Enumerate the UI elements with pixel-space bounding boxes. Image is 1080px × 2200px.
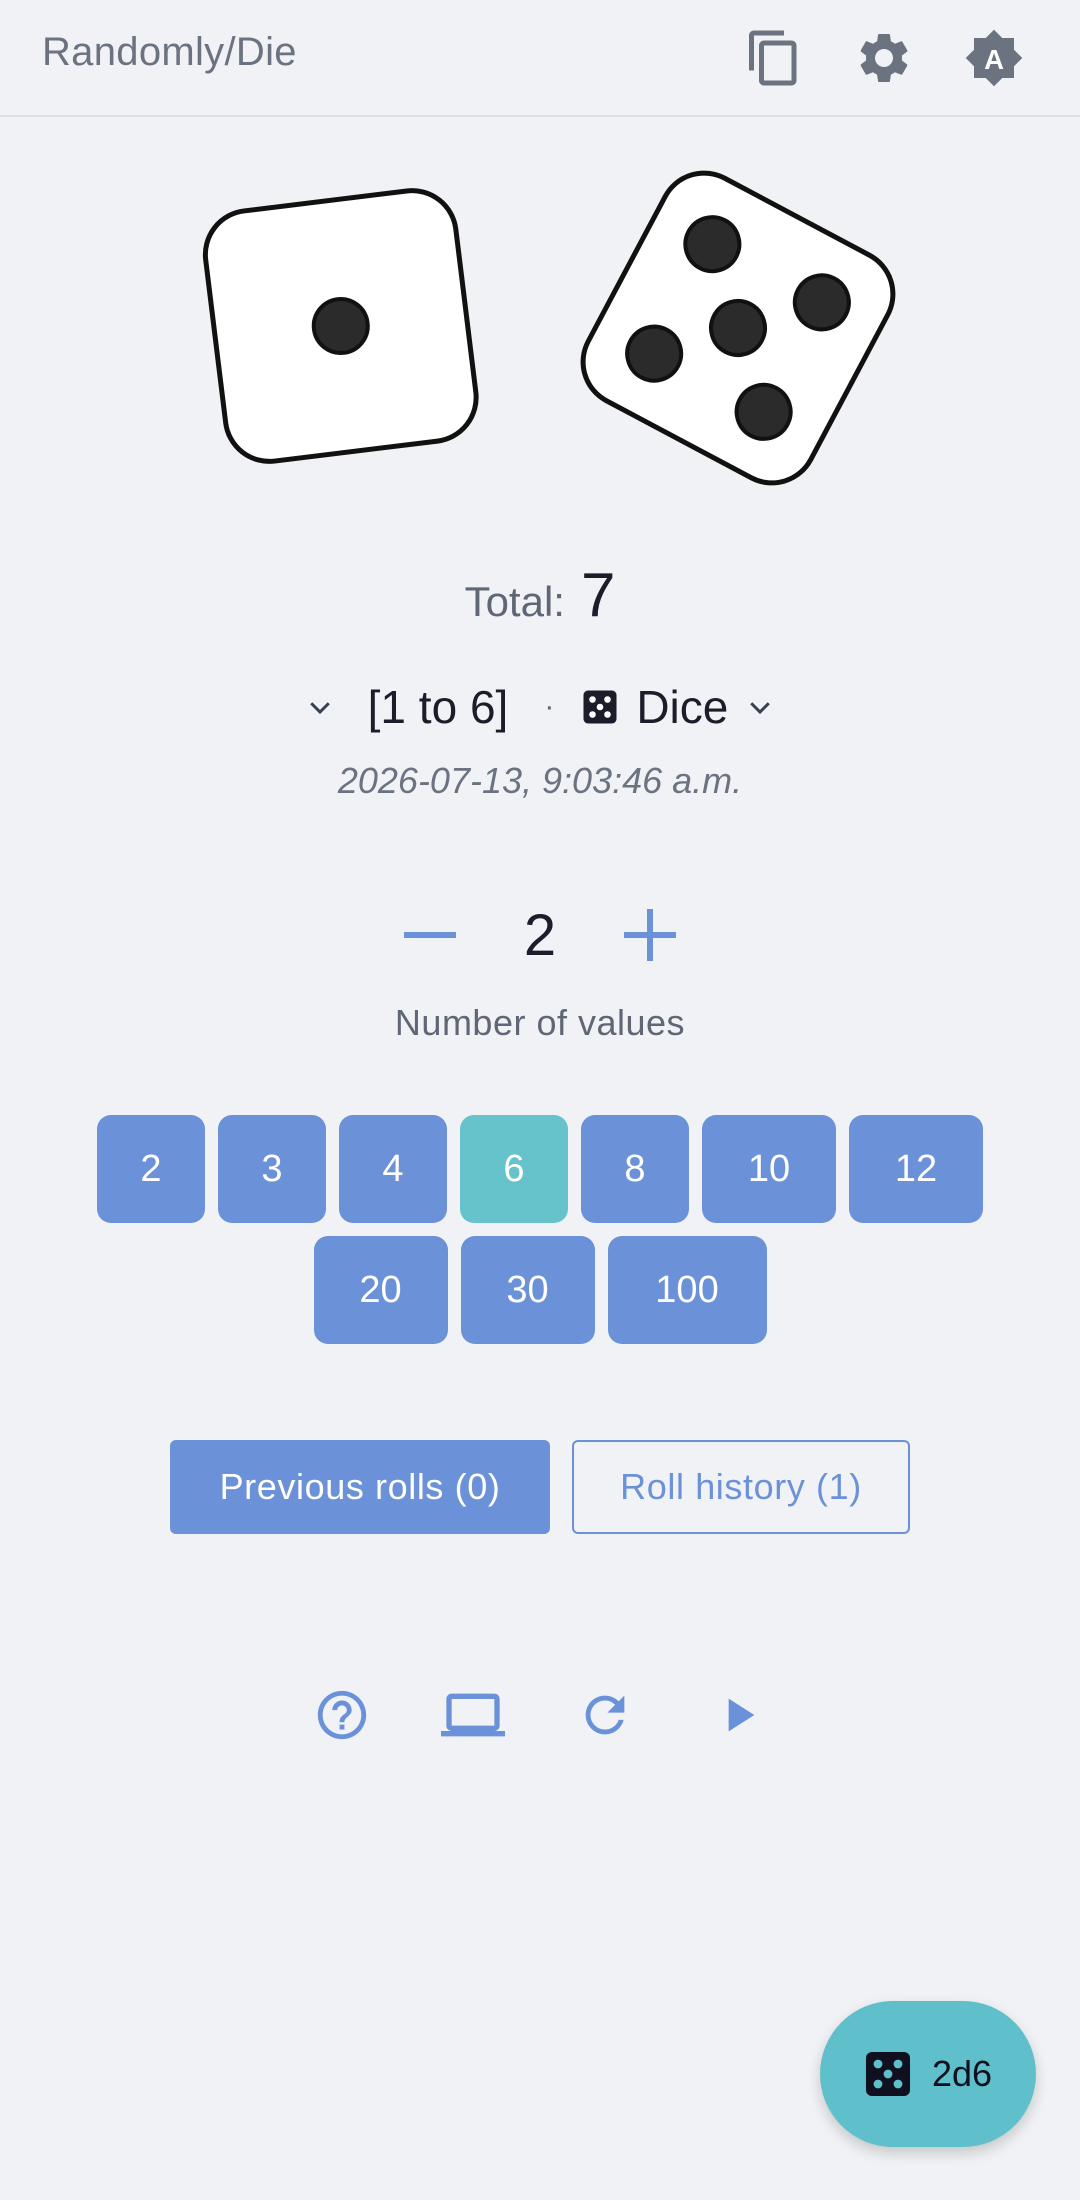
stepper-label: Number of values — [394, 1002, 686, 1043]
range-chevron-down-icon[interactable] — [300, 687, 340, 727]
theme-auto-icon[interactable]: A — [962, 26, 1026, 90]
fab-label: 2d6 — [931, 2053, 993, 2094]
settings-icon[interactable] — [852, 26, 916, 90]
svg-text:A: A — [984, 44, 1004, 75]
refresh-icon[interactable] — [573, 1685, 637, 1745]
plus-icon — [624, 909, 676, 961]
sides-chip[interactable]: 30 — [460, 1236, 595, 1344]
history-buttons: Previous rolls (0) Roll history (1) — [0, 1440, 1080, 1534]
roll-history-button[interactable]: Roll history (1) — [572, 1440, 910, 1534]
sides-chip-selected[interactable]: 6 — [460, 1115, 568, 1223]
sides-chip[interactable]: 2 — [97, 1115, 205, 1223]
minus-icon — [404, 932, 456, 938]
die-face-1 — [202, 188, 479, 464]
copy-icon[interactable] — [742, 26, 806, 90]
sides-chips-row-2: 20 30 100 — [0, 1236, 1080, 1344]
separator: · — [544, 690, 555, 723]
roll-timestamp: 2026-07-13, 9:03:46 a.m. — [337, 760, 743, 801]
sides-chip[interactable]: 3 — [218, 1115, 326, 1223]
previous-rolls-button[interactable]: Previous rolls (0) — [170, 1440, 550, 1534]
laptop-icon[interactable] — [441, 1685, 505, 1745]
roll-fab[interactable]: 2d6 — [820, 2001, 1036, 2147]
sides-chip[interactable]: 10 — [702, 1115, 836, 1223]
range-selector-row: [1 to 6] · Dice — [0, 672, 1080, 742]
dice-icon — [865, 2052, 910, 2096]
bottom-toolbar — [0, 1685, 1080, 1745]
quantity-value: 2 — [523, 902, 557, 968]
sides-chip[interactable]: 8 — [581, 1115, 689, 1223]
sides-chip[interactable]: 4 — [339, 1115, 447, 1223]
dice-display — [0, 170, 1080, 500]
total-row: Total: 7 — [0, 560, 1080, 631]
generator-type[interactable]: Dice — [636, 680, 728, 734]
sides-chip[interactable]: 20 — [313, 1236, 448, 1344]
type-chevron-down-icon[interactable] — [740, 687, 780, 727]
increment-button[interactable] — [610, 895, 690, 975]
decrement-button[interactable] — [390, 895, 470, 975]
total-label: Total: — [464, 578, 565, 625]
app-title: Randomly/Die — [42, 30, 297, 74]
top-app-bar: Randomly/Die A — [0, 0, 1080, 117]
app: Randomly/Die A Total: 7 [1 to 6] · Dice … — [0, 0, 1080, 2200]
die-face-5 — [580, 170, 896, 486]
quantity-stepper: 2 — [0, 890, 1080, 980]
play-icon[interactable] — [706, 1685, 770, 1745]
sides-chips-row-1: 2 3 4 6 8 10 12 — [0, 1115, 1080, 1223]
help-icon[interactable] — [310, 1685, 374, 1745]
sides-chip[interactable]: 100 — [607, 1236, 767, 1344]
range-value[interactable]: [1 to 6] — [368, 680, 509, 734]
dice-type-icon — [583, 690, 617, 724]
sides-chip[interactable]: 12 — [849, 1115, 983, 1223]
total-value: 7 — [580, 561, 616, 630]
